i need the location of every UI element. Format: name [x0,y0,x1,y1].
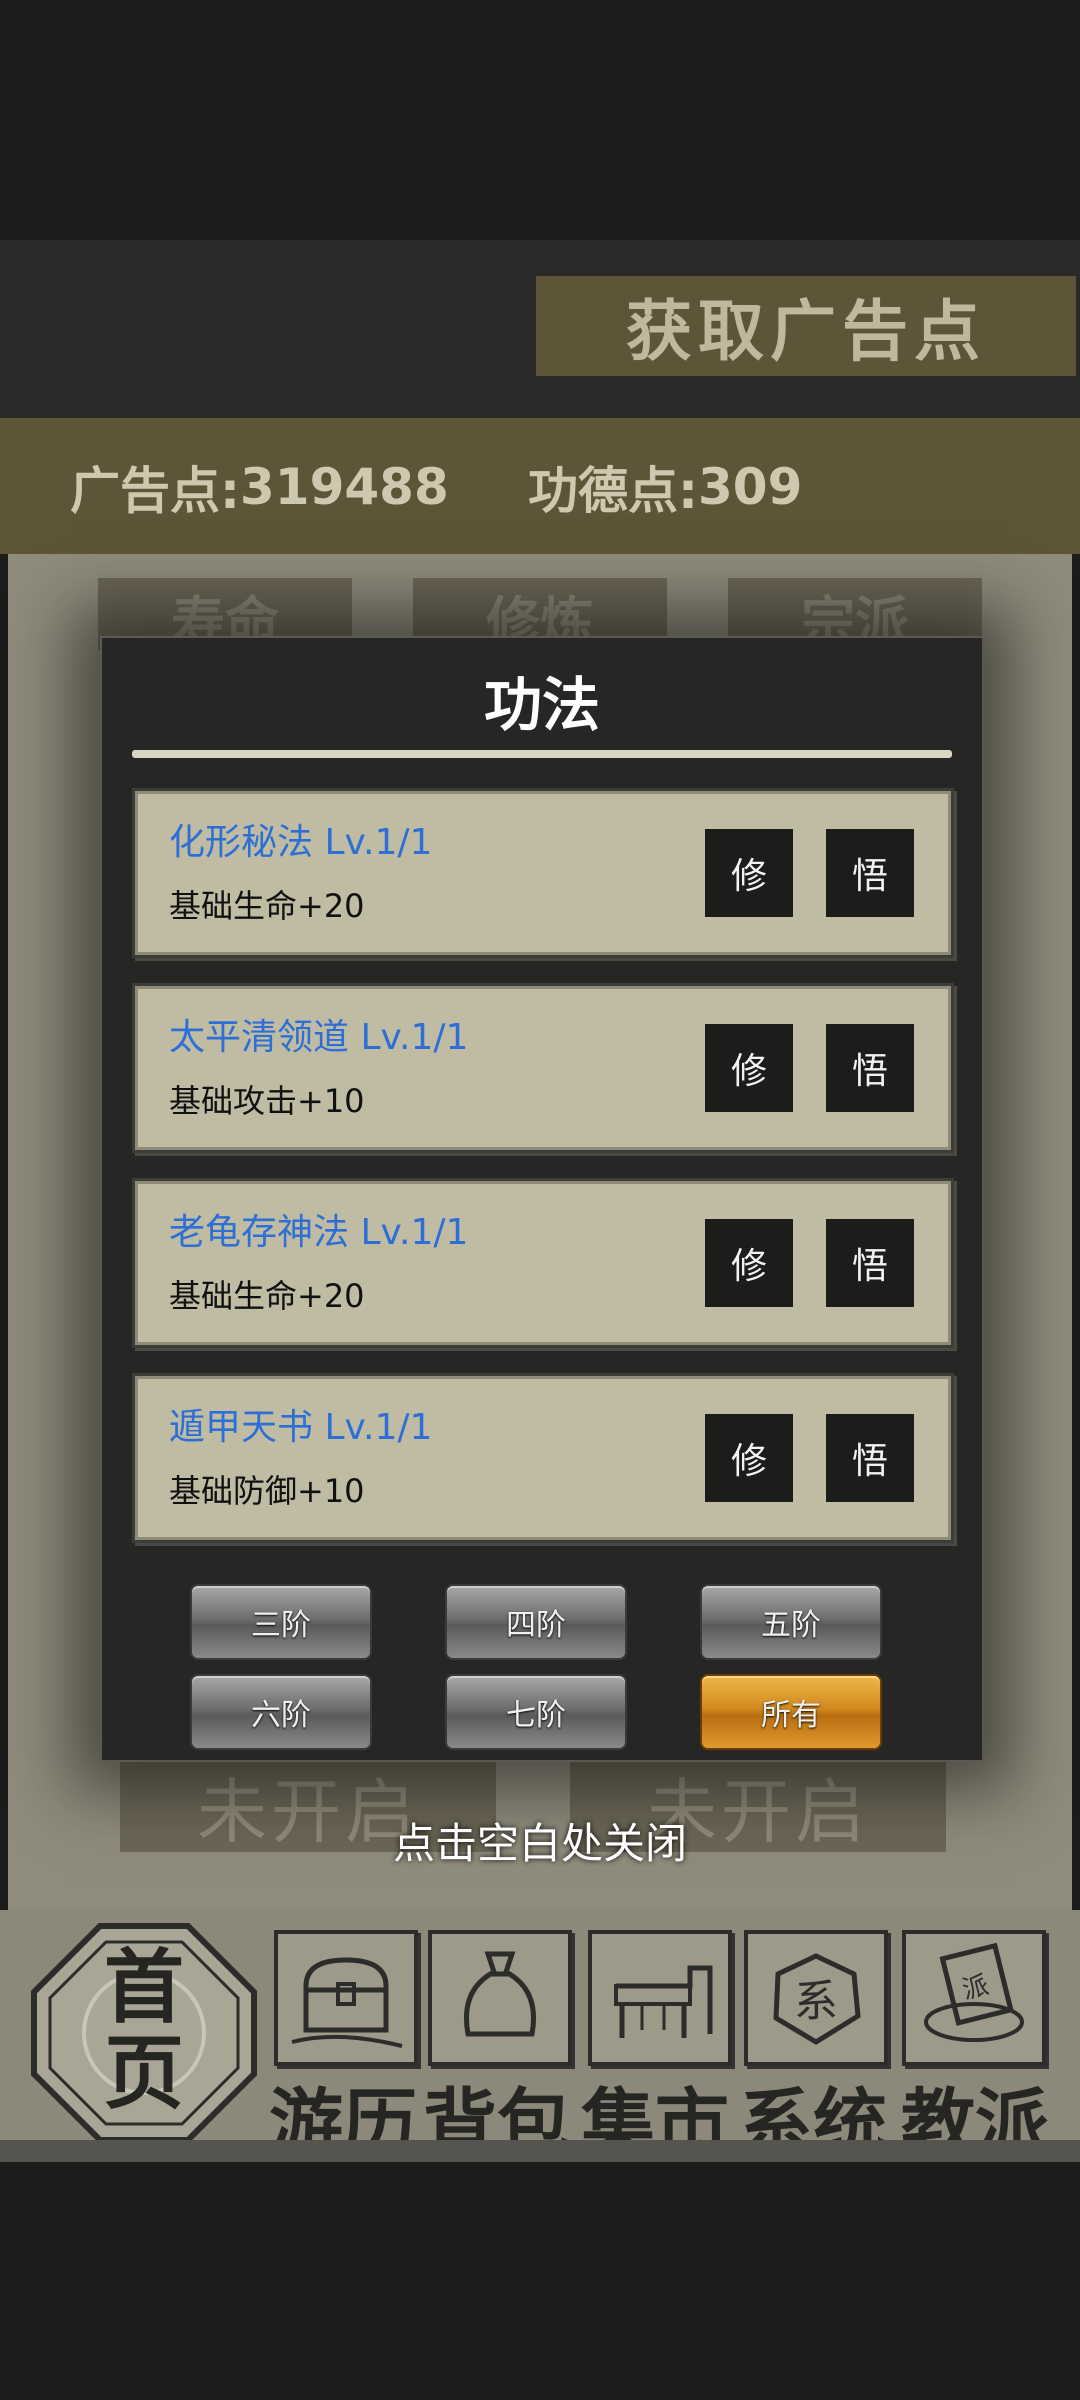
sect-book-icon: 派 [924,1942,1024,2042]
skills-modal: 功法 化形秘法 Lv.1/1 基础生命+20 修 悟 太平清领道 Lv.1/1 … [100,636,984,1762]
close-hint[interactable]: 点击空白处关闭 [0,1810,1080,1871]
tier-button-6[interactable]: 六阶 [190,1674,372,1750]
tier-button-all[interactable]: 所有 [700,1674,882,1750]
nav-home[interactable]: 首页 [30,1922,258,2144]
nav-item-system[interactable]: 系 [744,1930,888,2066]
tier-button-3[interactable]: 三阶 [190,1584,372,1660]
merit-points-value: 309 [698,458,803,516]
comprehend-button[interactable]: 悟 [826,1219,914,1307]
market-stall-icon [614,1965,713,2038]
skill-name: 老龟存神法 Lv.1/1 [169,1212,469,1253]
cultivate-button[interactable]: 修 [705,1219,793,1307]
comprehend-button[interactable]: 悟 [826,1024,914,1112]
skill-card: 太平清领道 Lv.1/1 基础攻击+10 修 悟 [132,983,954,1153]
cultivate-button[interactable]: 修 [705,1414,793,1502]
skill-effect: 基础攻击+10 [169,1082,365,1120]
comprehend-button[interactable]: 悟 [826,829,914,917]
nav-item-bag[interactable] [428,1930,572,2066]
comprehend-button[interactable]: 悟 [826,1414,914,1502]
skill-name: 化形秘法 Lv.1/1 [169,822,433,863]
nav-item-sect[interactable]: 派 [902,1930,1046,2066]
nav-item-travel[interactable] [274,1930,418,2066]
merit-points-stat: 功德点: 309 [528,452,802,522]
modal-divider [132,750,952,758]
svg-text:派: 派 [959,1970,992,2005]
cultivate-button[interactable]: 修 [705,1024,793,1112]
skill-card: 老龟存神法 Lv.1/1 基础生命+20 修 悟 [132,1178,954,1348]
ad-points-value: 319488 [240,458,449,516]
system-seal-icon: 系 [773,1953,861,2045]
bag-icon [464,1951,536,2037]
cultivate-button[interactable]: 修 [705,829,793,917]
skill-card: 化形秘法 Lv.1/1 基础生命+20 修 悟 [132,788,954,958]
treasure-chest-icon [291,1957,403,2048]
tier-button-4[interactable]: 四阶 [445,1584,627,1660]
skill-effect: 基础生命+20 [169,887,365,925]
skill-card: 遁甲天书 Lv.1/1 基础防御+10 修 悟 [132,1373,954,1543]
skill-name: 遁甲天书 Lv.1/1 [169,1407,433,1448]
ad-points-stat: 广告点: 319488 [70,452,449,522]
get-ad-points-button[interactable]: 获取广告点 [536,276,1076,376]
nav-item-market[interactable] [588,1930,732,2066]
merit-points-label: 功德点: [528,462,698,520]
bottom-strip [0,2140,1080,2162]
tier-button-5[interactable]: 五阶 [700,1584,882,1660]
modal-title: 功法 [483,671,600,739]
skill-effect: 基础防御+10 [169,1472,365,1510]
ad-points-label: 广告点: [70,462,240,520]
skill-effect: 基础生命+20 [169,1277,365,1315]
nav-home-label: 首页 [104,1940,184,2120]
skill-name: 太平清领道 Lv.1/1 [169,1017,469,1058]
svg-text:系: 系 [794,1976,838,2027]
tier-button-7[interactable]: 七阶 [445,1674,627,1750]
